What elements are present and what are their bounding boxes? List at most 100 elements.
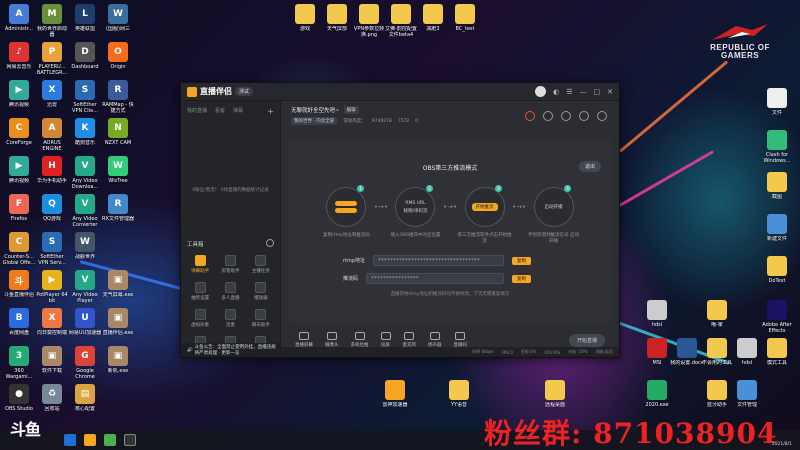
desktop-icon-right[interactable]: Clash for Windows... [760, 130, 794, 164]
desktop-icon-right[interactable]: 蓝牙助手 [700, 380, 734, 408]
desktop-icon-right[interactable]: 文件 [760, 88, 794, 116]
bottom-tool[interactable]: 麦克风 [403, 332, 416, 348]
desktop-icon-left[interactable]: X 向日葵控制端 [35, 308, 69, 336]
desktop-icon-left[interactable]: C Counter-S... Global Offe... [2, 232, 36, 266]
taskbar-app-wechat-icon[interactable] [104, 434, 116, 446]
desktop-icon-right[interactable]: 文件管理 [730, 380, 764, 408]
record-icon[interactable] [543, 111, 553, 121]
desktop-icon-left[interactable]: ▣ 天气屏幕.exe [101, 270, 135, 298]
desktop-icon-left[interactable]: P PLAYERU... BATTLEGR... [35, 42, 69, 76]
desktop-icon-left[interactable]: 3 360 Wargami... [2, 346, 36, 380]
desktop-icon-left[interactable]: ▤ 核心配置 [68, 384, 102, 412]
desktop-file-top[interactable]: VPN参数拉转换.png [352, 4, 386, 38]
desktop-icon-right[interactable]: 模式工具 [760, 338, 794, 366]
share-icon[interactable] [561, 111, 571, 121]
desktop-icon-left[interactable]: ▶ PotPlayer 64 bit [35, 270, 69, 304]
tool-item[interactable]: 聊天助手 [246, 309, 276, 328]
desktop-icon-left[interactable]: ▶ 腾讯视频 [2, 80, 36, 108]
desktop-icon-left[interactable]: M 我的世界启动器 [35, 4, 69, 38]
settings-icon[interactable] [597, 111, 607, 121]
desktop-icon-left[interactable]: V Any Video Player [68, 270, 102, 304]
desktop-icon-left[interactable]: W 战舰世界 [68, 232, 102, 260]
desktop-file-top[interactable]: 艾佛-韵控配置文件beta4 [384, 4, 418, 38]
bottom-tool[interactable]: 摄像头 [325, 332, 339, 348]
minimize-icon[interactable]: — [580, 88, 587, 96]
desktop-icon-left[interactable]: ● OBS Studio [2, 384, 36, 412]
desktop-icon-left[interactable]: 斗斗鱼直播伴侣 [2, 270, 36, 298]
desktop-icon-right[interactable]: 2020.exe [640, 380, 674, 408]
bottom-tool[interactable]: 直播码 [454, 332, 467, 348]
tab-danmaku[interactable]: 弹幕 [233, 107, 243, 116]
desktop-icon-left[interactable]: D Dashboard [68, 42, 102, 70]
desktop-icon-left[interactable]: V Any Video Converter [68, 194, 102, 228]
desktop-icon-right[interactable]: DoText [760, 256, 794, 284]
desktop-icon-left[interactable]: B 百度网盘 [2, 308, 36, 336]
desktop-icon-left[interactable]: W (国服)网三 [101, 4, 135, 32]
user-avatar[interactable] [535, 86, 547, 97]
copy-key-button[interactable]: 复制 [512, 274, 531, 283]
skin-icon[interactable]: ◐ [553, 88, 559, 96]
bottom-tool[interactable]: 多机位推 [351, 332, 369, 348]
tool-item[interactable]: 弹幕助手 [185, 255, 215, 274]
gift-icon[interactable] [525, 111, 535, 121]
taskbar-app-obs-icon[interactable] [124, 434, 136, 446]
start-button[interactable] [64, 434, 76, 446]
start-live-button[interactable]: 开始直播 [568, 333, 605, 347]
desktop-icon-left[interactable]: G Google Chrome [68, 346, 102, 380]
desktop-icon-right[interactable]: 新建文件 [760, 214, 794, 242]
desktop-icon-left[interactable]: X 迅雷 [35, 80, 69, 108]
copy-rtmp-button[interactable]: 复制 [512, 256, 531, 265]
desktop-icon-left[interactable]: U 网易UU加速器 [68, 308, 102, 336]
add-tab-icon[interactable]: + [267, 107, 274, 116]
desktop-icon-bottom[interactable]: 雷神加速器 [378, 380, 412, 408]
desktop-icon-left[interactable]: F Firefox [2, 194, 36, 222]
desktop-icon-left[interactable]: ▣ 直播伴侣.exe [101, 308, 135, 336]
close-icon[interactable]: ✕ [607, 88, 613, 96]
desktop-file-top[interactable]: 游戏 [288, 4, 322, 32]
desktop-icon-left[interactable]: N NZXT CAM [101, 118, 135, 146]
maximize-icon[interactable]: □ [594, 88, 601, 96]
desktop-icon-left[interactable]: W WizTree [101, 156, 135, 184]
desktop-icon-left[interactable]: R RAMMap - 快捷方式 [101, 80, 135, 114]
desktop-icon-left[interactable]: R RX文件管理器 [101, 194, 135, 222]
bottom-tool[interactable]: 扬声器 [428, 332, 442, 348]
tool-item[interactable]: 多人直播 [215, 282, 245, 301]
desktop-icon-left[interactable]: ▣ 新机.exe [101, 346, 135, 374]
bell-icon[interactable] [579, 111, 589, 121]
tool-item[interactable]: 主播任务 [246, 255, 276, 274]
tool-item[interactable]: 抽奖设置 [185, 282, 215, 301]
desktop-icon-right[interactable]: 截图 [760, 172, 794, 200]
menu-icon[interactable]: ☰ [566, 88, 572, 96]
desktop-icon-left[interactable]: C CoreForge [2, 118, 36, 146]
desktop-file-top[interactable]: 天气屏部 [320, 4, 354, 32]
desktop-icon-left[interactable]: O Origin [101, 42, 135, 70]
desktop-icon-right[interactable]: hdsl [640, 300, 674, 328]
desktop-icon-right[interactable]: MSI [640, 338, 674, 366]
desktop-icon-right[interactable]: hdsl [730, 338, 764, 366]
announcement-ticker[interactable]: 🔊 斗鱼公告：全面禁止使用外挂，直播违规将严肃处理 · 更新一览 [181, 343, 280, 357]
desktop-icon-left[interactable]: Q QQ游戏 [35, 194, 69, 222]
stream-key-input[interactable]: **************** [366, 273, 504, 284]
desktop-icon-bottom[interactable]: 远程桌面 [538, 380, 572, 408]
toolbox-settings-icon[interactable] [266, 239, 274, 247]
rtmp-input[interactable]: ********************************** [373, 255, 504, 266]
desktop-icon-left[interactable]: A Administr... [2, 4, 36, 32]
desktop-icon-right[interactable]: Adobe After Effects [760, 300, 794, 334]
desktop-icon-right[interactable]: 不会用的工具 [700, 338, 734, 366]
taskbar-clock[interactable]: 2021/8/1 [772, 442, 792, 447]
tool-item[interactable]: 连麦 [215, 309, 245, 328]
category-chip[interactable]: 我的世界 · 内含全部 [291, 117, 338, 125]
desktop-icon-left[interactable]: ▶ 腾讯视频 [2, 156, 36, 184]
version-badge[interactable]: 测试 [235, 87, 254, 96]
desktop-file-top[interactable]: 减肥3 [416, 4, 450, 32]
desktop-icon-left[interactable]: K 酷狗音乐 [68, 118, 102, 146]
desktop-icon-bottom[interactable]: YY语音 [442, 380, 476, 408]
desktop-icon-left[interactable]: H 华为手机助手 [35, 156, 69, 184]
exit-mode-button[interactable]: 退出 [578, 161, 601, 172]
tool-item[interactable]: 房管助手 [215, 255, 245, 274]
taskbar-app-douyu-icon[interactable] [84, 434, 96, 446]
tool-item[interactable]: 虚拟形象 [185, 309, 215, 328]
bottom-tool[interactable]: 投屏 [380, 332, 391, 348]
desktop-icon-left[interactable]: S SoftEther VPN Clie... [68, 80, 102, 114]
desktop-icon-left[interactable]: S SoftEther VPN Serv... [35, 232, 69, 266]
